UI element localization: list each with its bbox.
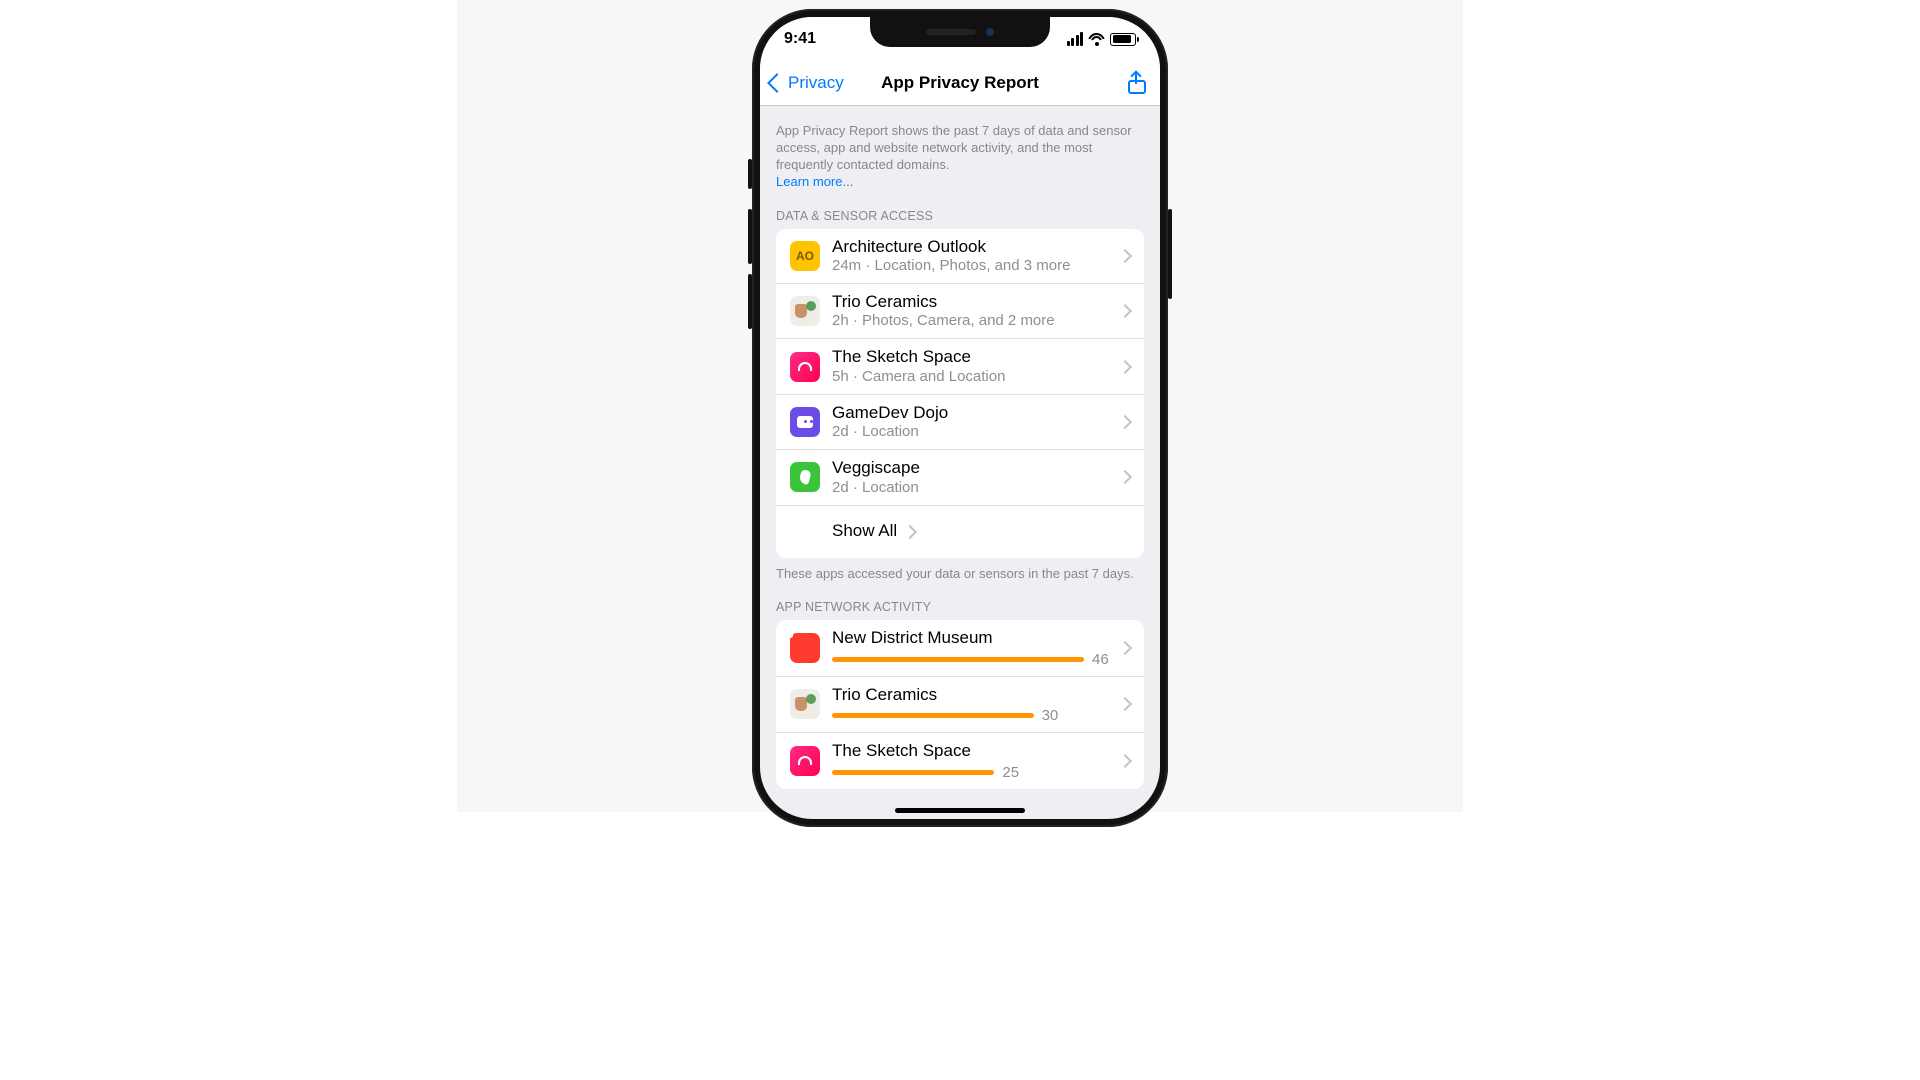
data-sensor-footnote: These apps accessed your data or sensors… — [760, 558, 1160, 591]
app-icon — [790, 746, 820, 776]
data-sensor-card: AO Architecture Outlook 24m · Location, … — [776, 229, 1144, 558]
chevron-right-icon — [1118, 641, 1132, 655]
network-value: 25 — [1002, 764, 1019, 781]
phone-frame: 9:41 Privacy App Privacy Report App Priv… — [752, 9, 1168, 827]
chevron-right-icon — [1118, 697, 1132, 711]
app-name: Trio Ceramics — [832, 685, 1112, 705]
network-card: D New District Museum 46 Trio Ceramics — [776, 620, 1144, 788]
app-icon — [790, 407, 820, 437]
chevron-right-icon — [1118, 415, 1132, 429]
back-button[interactable]: Privacy — [770, 73, 844, 93]
app-detail: 24m · Location, Photos, and 3 more — [832, 257, 1112, 275]
network-value: 46 — [1092, 651, 1109, 668]
section-header-data-sensor: DATA & SENSOR ACCESS — [760, 199, 1160, 229]
status-time: 9:41 — [784, 30, 816, 48]
phone-screen: 9:41 Privacy App Privacy Report App Priv… — [760, 17, 1160, 819]
notch — [870, 17, 1050, 47]
network-row-sketch-space[interactable]: The Sketch Space 25 — [776, 733, 1144, 788]
network-row-trio-ceramics[interactable]: Trio Ceramics 30 — [776, 677, 1144, 733]
app-name: New District Museum — [832, 628, 1112, 648]
app-name: The Sketch Space — [832, 347, 1112, 367]
app-icon — [790, 462, 820, 492]
page-title: App Privacy Report — [881, 73, 1039, 93]
app-name: Veggiscape — [832, 458, 1112, 478]
show-all-button[interactable]: Show All — [776, 506, 1144, 558]
app-name: Architecture Outlook — [832, 237, 1112, 257]
chevron-left-icon — [767, 73, 787, 93]
app-icon: AO — [790, 241, 820, 271]
app-row-veggiscape[interactable]: Veggiscape 2d · Location — [776, 450, 1144, 505]
app-row-sketch-space[interactable]: The Sketch Space 5h · Camera and Locatio… — [776, 339, 1144, 394]
share-button[interactable] — [1128, 72, 1146, 94]
app-icon: D — [790, 633, 820, 663]
app-detail: 2h · Photos, Camera, and 2 more — [832, 312, 1112, 330]
app-row-trio-ceramics[interactable]: Trio Ceramics 2h · Photos, Camera, and 2… — [776, 284, 1144, 339]
home-indicator[interactable] — [895, 808, 1025, 813]
chevron-right-icon — [1118, 249, 1132, 263]
app-icon — [790, 296, 820, 326]
nav-bar: Privacy App Privacy Report — [760, 61, 1160, 106]
section-header-network: APP NETWORK ACTIVITY — [760, 590, 1160, 620]
chevron-right-icon — [1118, 359, 1132, 373]
app-detail: 2d · Location — [832, 423, 1112, 441]
app-detail: 2d · Location — [832, 479, 1112, 497]
learn-more-link[interactable]: Learn more... — [776, 174, 853, 189]
wifi-icon — [1088, 33, 1105, 46]
back-label: Privacy — [788, 73, 844, 93]
app-icon — [790, 352, 820, 382]
app-row-gamedev-dojo[interactable]: GameDev Dojo 2d · Location — [776, 395, 1144, 450]
show-all-label: Show All — [832, 521, 897, 541]
app-name: Trio Ceramics — [832, 292, 1112, 312]
battery-icon — [1110, 33, 1136, 46]
chevron-right-icon — [1118, 304, 1132, 318]
network-row-new-district-museum[interactable]: D New District Museum 46 — [776, 620, 1144, 676]
intro-text: App Privacy Report shows the past 7 days… — [776, 123, 1132, 172]
cellular-icon — [1067, 32, 1084, 46]
app-icon — [790, 689, 820, 719]
intro-block: App Privacy Report shows the past 7 days… — [760, 105, 1160, 199]
app-name: The Sketch Space — [832, 741, 1112, 761]
scroll-content[interactable]: App Privacy Report shows the past 7 days… — [760, 105, 1160, 819]
chevron-right-icon — [1118, 754, 1132, 768]
app-row-architecture-outlook[interactable]: AO Architecture Outlook 24m · Location, … — [776, 229, 1144, 284]
chevron-right-icon — [903, 524, 917, 538]
app-name: GameDev Dojo — [832, 403, 1112, 423]
app-detail: 5h · Camera and Location — [832, 368, 1112, 386]
chevron-right-icon — [1118, 470, 1132, 484]
network-value: 30 — [1042, 707, 1059, 724]
